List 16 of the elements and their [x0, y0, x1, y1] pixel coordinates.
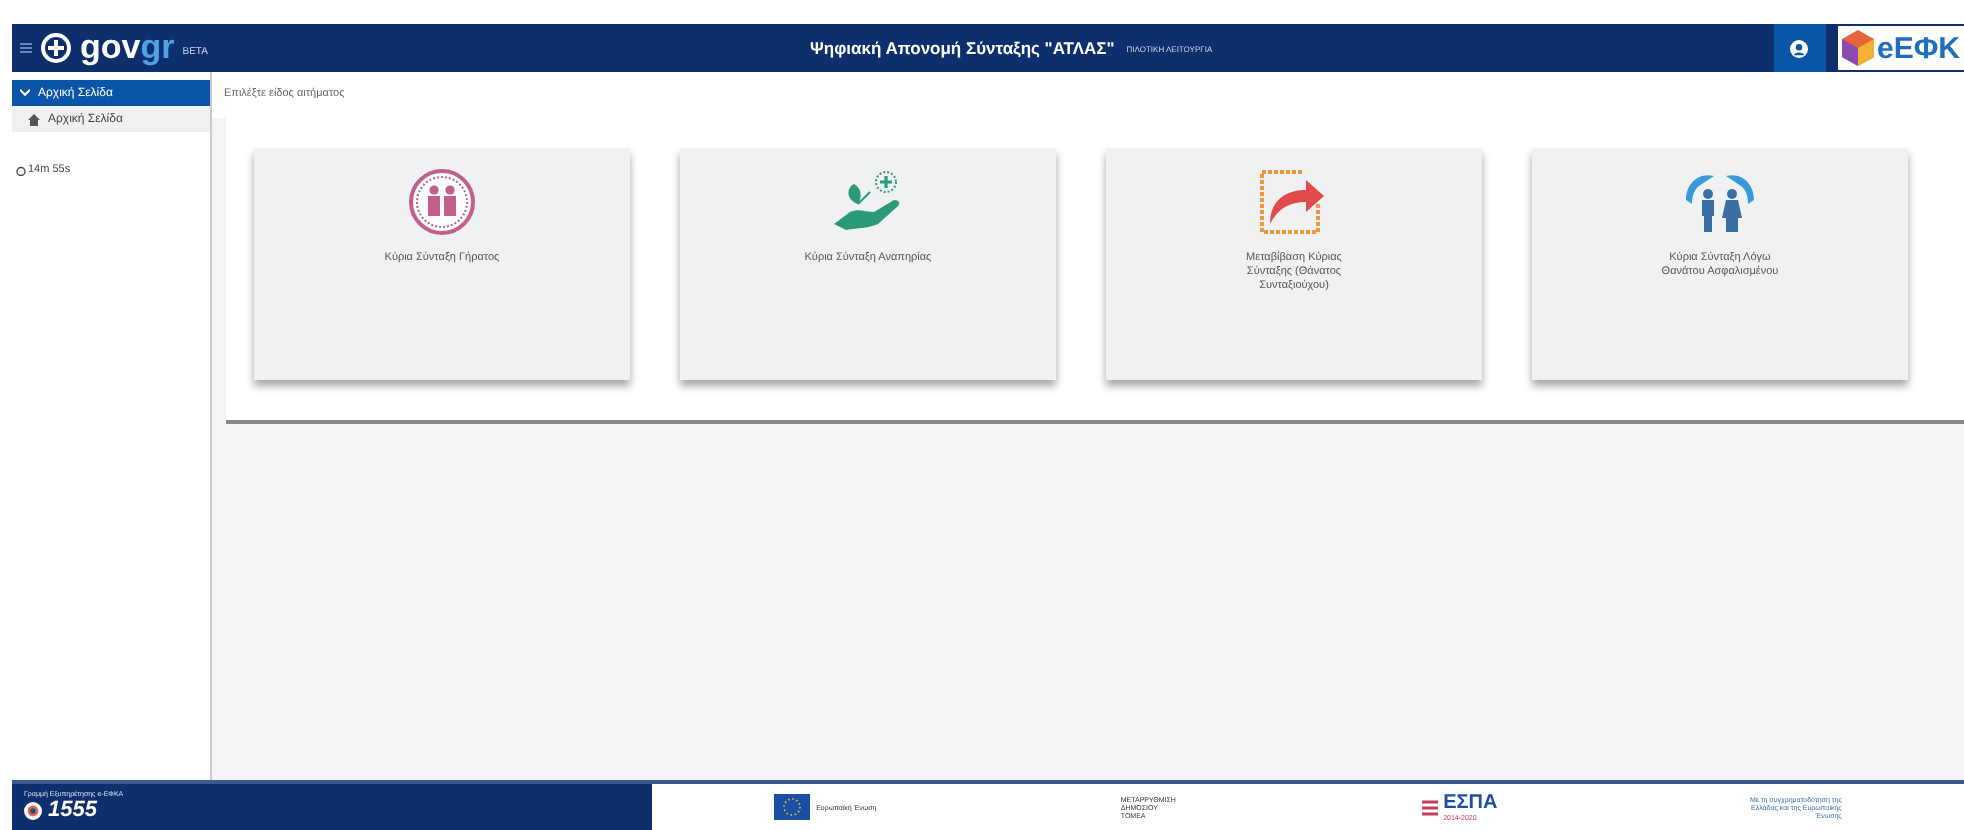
logo-text: govgr [80, 28, 175, 68]
phone-logo-icon [24, 801, 42, 819]
user-button[interactable] [1773, 24, 1825, 72]
eu-flag-icon [774, 794, 811, 820]
emblem-icon [40, 32, 72, 64]
elderly-couple-icon [408, 168, 476, 236]
app-title: Ψηφιακή Απονομή Σύνταξης "ΑΤΛΑΣ" [810, 38, 1115, 58]
helpline-number: 1555 [48, 798, 97, 822]
flag-stripes-icon [1421, 797, 1438, 817]
menu-icon[interactable] [20, 42, 32, 54]
user-icon [1790, 39, 1808, 57]
home-icon [28, 113, 40, 125]
brand-text: eΕΦΚ [1877, 31, 1960, 65]
espa-logo-text: ΕΣΠΑ [1443, 792, 1498, 814]
hexagon-icon [1841, 30, 1873, 66]
timer-icon [16, 165, 26, 175]
